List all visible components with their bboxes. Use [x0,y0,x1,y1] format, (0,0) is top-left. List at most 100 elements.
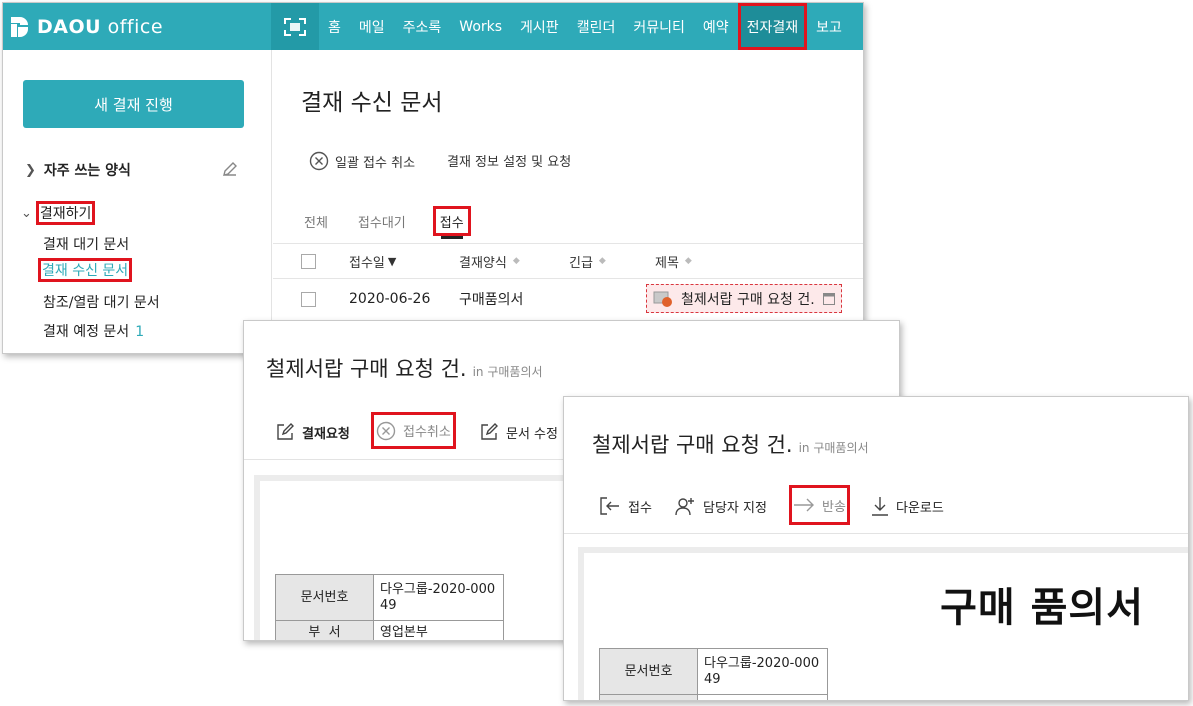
frequent-forms-section[interactable]: ❯ 자주 쓰는 양식 [25,160,131,180]
chevron-down-icon: ⌄ [21,205,32,221]
table-row [599,694,828,700]
cancel-all-receipt-button[interactable]: 일괄 접수 취소 [309,151,415,171]
sidebar-item-pending[interactable]: 결재 대기 문서 [43,234,129,254]
table-header: 접수일 ▼ 결재양식 ◆ 긴급 ◆ 제목 ◆ [273,243,863,279]
nav-report[interactable]: 보고 [807,3,851,50]
return-label: 반송 [822,499,846,515]
top-navigation-bar: DAOU office 홈 메일 주소록 Works 게시판 캘린더 커뮤니티 … [3,3,863,50]
column-date-label: 접수일 [349,255,385,271]
download-label: 다운로드 [896,500,944,516]
nav-mail[interactable]: 메일 [350,3,394,50]
tab-bar: 전체 접수대기 접수 [301,206,471,239]
sort-icon: ◆ [512,256,520,266]
doc-title: 철제서랍 구매 요청 건. in 구매품의서 [266,353,543,383]
main-content: 결재 수신 문서 일괄 접수 취소 결재 정보 설정 및 요청 전체 접수대기 … [273,50,863,353]
fullscreen-toggle-button[interactable] [271,3,319,50]
doc-title-text: 철제서랍 구매 요청 건. [592,433,793,457]
select-all-checkbox[interactable] [301,253,316,269]
doc-number-label: 문서번호 [275,574,374,621]
cancel-receipt-button[interactable]: 접수취소 [371,412,456,449]
doc-number-value: 다우그룹-2020-000 49 [373,574,504,621]
tab-waiting[interactable]: 접수대기 [355,206,409,236]
arrow-right-icon [794,498,814,512]
download-button[interactable]: 다운로드 [871,496,944,516]
nav-home[interactable]: 홈 [319,3,350,50]
circle-x-icon [376,421,396,440]
daou-logo-icon [9,15,31,39]
column-subject-label: 제목 [655,255,679,271]
page-title: 결재 수신 문서 [301,90,443,116]
edit-document-label: 문서 수정 [506,426,558,442]
sidebar-item-scheduled[interactable]: 결재 예정 문서 1 [43,321,144,341]
document-stamp-icon [653,291,672,307]
app-menu: 홈 메일 주소록 Works 게시판 캘린더 커뮤니티 예약 전자결재 보고 [319,3,851,50]
tab-received[interactable]: 접수 [432,206,471,239]
nav-works[interactable]: Works [450,3,511,50]
logo-product: office [107,16,164,38]
circle-x-icon [309,151,329,171]
add-user-icon [675,498,694,516]
count-badge: 1 [135,324,145,340]
request-approval-label: 결재요청 [302,426,350,442]
row-checkbox[interactable] [301,291,316,307]
department-value: 영업본부 [373,620,504,640]
frequent-forms-label: 자주 쓰는 양식 [43,163,131,179]
column-form[interactable]: 결재양식 ◆ [459,244,520,278]
document-info-table: 문서번호 다우그룹-2020-000 49 부 서 영업본부 [275,574,504,640]
approval-main-window: DAOU office 홈 메일 주소록 Works 게시판 캘린더 커뮤니티 … [2,2,864,354]
nav-approval[interactable]: 전자결재 [737,3,808,50]
doc-number-value: 다우그룹-2020-000 49 [697,648,828,695]
nav-calendar[interactable]: 캘린더 [568,3,625,50]
approval-section-label: 결재하기 [35,201,96,225]
document-view-return: 철제서랍 구매 요청 건. in 구매품의서 접수 담당자 지정 반송 다운로드 … [563,396,1189,701]
edit-icon [481,423,498,440]
cancel-receipt-label: 접수취소 [403,425,451,440]
table-row[interactable]: 2020-06-26 구매품의서 철제서랍 구매 요청 건. [273,279,863,319]
expand-icon [284,17,306,36]
nav-reservation[interactable]: 예약 [694,3,738,50]
cancel-all-label: 일괄 접수 취소 [335,155,416,171]
column-urgent-label: 긴급 [569,255,593,271]
receive-button[interactable]: 접수 [599,496,652,516]
return-button[interactable]: 반송 [789,485,850,525]
divider [564,533,1188,534]
daou-office-logo[interactable]: DAOU office [9,12,163,42]
approval-section[interactable]: ⌄ 결재하기 [21,201,96,225]
column-date[interactable]: 접수일 ▼ [349,244,396,278]
row-subject: 철제서랍 구매 요청 건. [681,291,815,308]
row-form: 구매품의서 [459,292,524,308]
nav-board[interactable]: 게시판 [511,3,568,50]
table-row: 문서번호 다우그룹-2020-000 49 [275,574,504,621]
sidebar-item-reference[interactable]: 참조/열람 대기 문서 [43,292,160,312]
assign-person-button[interactable]: 담당자 지정 [674,496,767,516]
column-urgent[interactable]: 긴급 ◆ [569,244,606,278]
edit-icon [277,423,294,440]
edit-pencil-icon[interactable] [221,160,239,178]
sidebar: 새 결재 진행 ❯ 자주 쓰는 양식 ⌄ 결재하기 결재 대기 문서 결재 수신… [3,50,272,353]
popup-window-icon [822,292,835,305]
doc-title: 철제서랍 구매 요청 건. in 구매품의서 [592,429,869,459]
edit-document-button[interactable]: 문서 수정 [479,422,558,442]
receive-arrow-icon [600,497,619,515]
row-subject-link[interactable]: 철제서랍 구매 요청 건. [646,284,842,313]
department-label: 부 서 [275,620,374,640]
new-approval-button[interactable]: 새 결재 진행 [23,80,244,128]
doc-title-text: 철제서랍 구매 요청 건. [266,357,467,381]
nav-contacts[interactable]: 주소록 [394,3,451,50]
column-subject[interactable]: 제목 ◆ [655,244,692,278]
table-cell [697,694,828,700]
approval-settings-button[interactable]: 결재 정보 설정 및 요청 [447,151,571,170]
chevron-right-icon: ❯ [25,162,36,178]
download-icon [872,497,888,516]
request-approval-button[interactable]: 결재요청 [275,422,350,442]
sort-icon: ◆ [684,256,692,266]
row-date: 2020-06-26 [349,291,431,307]
doc-number-label: 문서번호 [599,648,698,695]
form-tag: in 구매품의서 [798,441,869,455]
nav-community[interactable]: 커뮤니티 [624,3,694,50]
sort-icon: ◆ [598,256,606,266]
sidebar-item-received[interactable]: 결재 수신 문서 [38,258,133,282]
caret-down-icon: ▼ [387,254,397,268]
document-info-table: 문서번호 다우그룹-2020-000 49 [599,648,828,700]
tab-all[interactable]: 전체 [301,206,331,236]
